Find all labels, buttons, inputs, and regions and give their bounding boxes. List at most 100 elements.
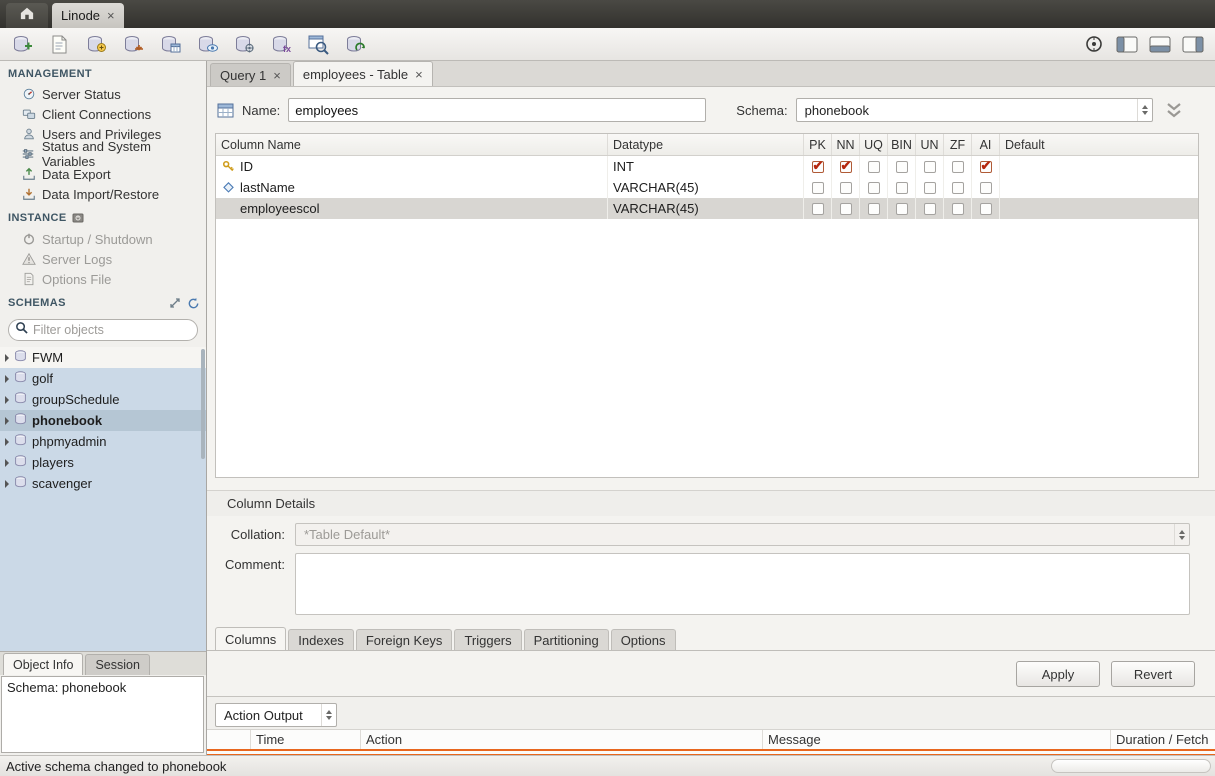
- search-table-data-icon[interactable]: [306, 32, 330, 56]
- apply-button[interactable]: Apply: [1016, 661, 1100, 687]
- close-icon[interactable]: ×: [107, 9, 115, 22]
- editor-tab-indexes[interactable]: Indexes: [288, 629, 354, 650]
- schema-icon: [14, 350, 27, 365]
- open-script-icon[interactable]: [47, 32, 71, 56]
- filter-objects-input[interactable]: [33, 323, 194, 337]
- flag-checkbox-ai[interactable]: [980, 161, 992, 173]
- flag-checkbox-ai[interactable]: [980, 182, 992, 194]
- expander-triangle-icon[interactable]: [5, 459, 9, 467]
- connection-tab[interactable]: Linode ×: [52, 3, 124, 28]
- schema-item-fwm[interactable]: FWM: [0, 347, 206, 368]
- toggle-bottom-panel-icon[interactable]: [1148, 32, 1172, 56]
- cell-default[interactable]: [1000, 177, 1198, 198]
- schema-item-phpmyadmin[interactable]: phpmyadmin: [0, 431, 206, 452]
- horizontal-scrollbar[interactable]: [1051, 759, 1211, 773]
- refresh-icon[interactable]: [186, 296, 200, 310]
- cell-default[interactable]: [1000, 156, 1198, 177]
- connection-info-icon[interactable]: [1082, 32, 1106, 56]
- flag-checkbox-nn[interactable]: [840, 161, 852, 173]
- flag-checkbox-pk[interactable]: [812, 161, 824, 173]
- sidebar-item-startup-shutdown[interactable]: Startup / Shutdown: [0, 229, 206, 249]
- create-table-icon[interactable]: [158, 32, 182, 56]
- create-procedure-icon[interactable]: [232, 32, 256, 56]
- schema-item-scavenger[interactable]: scavenger: [0, 473, 206, 494]
- dump-schema-icon[interactable]: [121, 32, 145, 56]
- flag-checkbox-un[interactable]: [924, 182, 936, 194]
- tab-session[interactable]: Session: [85, 654, 149, 675]
- output-type-dropdown[interactable]: Action Output: [215, 703, 337, 727]
- expand-panel-icon[interactable]: [168, 296, 182, 310]
- collation-dropdown[interactable]: *Table Default*: [295, 523, 1190, 546]
- flag-checkbox-pk[interactable]: [812, 182, 824, 194]
- reconnect-db-icon[interactable]: [343, 32, 367, 56]
- expander-triangle-icon[interactable]: [5, 480, 9, 488]
- new-connection-icon[interactable]: [10, 32, 34, 56]
- schema-dropdown[interactable]: phonebook: [796, 98, 1153, 122]
- schema-list-scrollbar[interactable]: [201, 349, 205, 459]
- expander-triangle-icon[interactable]: [5, 354, 9, 362]
- expander-triangle-icon[interactable]: [5, 417, 9, 425]
- home-tab[interactable]: [6, 3, 48, 28]
- flag-checkbox-un[interactable]: [924, 161, 936, 173]
- cell-default[interactable]: [1000, 198, 1198, 219]
- cell-column-name[interactable]: employeescol: [216, 198, 608, 219]
- flag-checkbox-bin[interactable]: [896, 161, 908, 173]
- toggle-right-panel-icon[interactable]: [1181, 32, 1205, 56]
- options-file-icon: [21, 272, 36, 287]
- column-row-employeescol[interactable]: employeescolVARCHAR(45): [216, 198, 1198, 219]
- expander-triangle-icon[interactable]: [5, 438, 9, 446]
- tab-object-info[interactable]: Object Info: [3, 653, 83, 675]
- sidebar-item-server-logs[interactable]: Server Logs: [0, 249, 206, 269]
- sidebar-item-status-and-system-variables[interactable]: Status and System Variables: [0, 144, 206, 164]
- editor-tab-triggers[interactable]: Triggers: [454, 629, 521, 650]
- close-icon[interactable]: ×: [415, 68, 423, 81]
- flag-checkbox-zf[interactable]: [952, 182, 964, 194]
- schema-item-golf[interactable]: golf: [0, 368, 206, 389]
- editor-tab-foreign-keys[interactable]: Foreign Keys: [356, 629, 453, 650]
- flag-checkbox-zf[interactable]: [952, 203, 964, 215]
- schema-item-players[interactable]: players: [0, 452, 206, 473]
- expander-triangle-icon[interactable]: [5, 396, 9, 404]
- flag-checkbox-un[interactable]: [924, 203, 936, 215]
- schema-item-phonebook[interactable]: phonebook: [0, 410, 206, 431]
- create-view-icon[interactable]: [195, 32, 219, 56]
- flag-checkbox-bin[interactable]: [896, 203, 908, 215]
- cell-datatype[interactable]: INT: [608, 156, 804, 177]
- flag-checkbox-uq[interactable]: [868, 161, 880, 173]
- flag-checkbox-bin[interactable]: [896, 182, 908, 194]
- revert-button[interactable]: Revert: [1111, 661, 1195, 687]
- comment-textarea[interactable]: [295, 553, 1190, 615]
- table-name-input[interactable]: [288, 98, 706, 122]
- sidebar-item-options-file[interactable]: Options File: [0, 269, 206, 289]
- flag-checkbox-zf[interactable]: [952, 161, 964, 173]
- column-row-lastname[interactable]: lastNameVARCHAR(45): [216, 177, 1198, 198]
- close-icon[interactable]: ×: [273, 69, 281, 82]
- create-function-icon[interactable]: fx: [269, 32, 293, 56]
- flag-checkbox-uq[interactable]: [868, 182, 880, 194]
- cell-column-name[interactable]: ID: [216, 156, 608, 177]
- toggle-left-panel-icon[interactable]: [1115, 32, 1139, 56]
- cell-datatype[interactable]: VARCHAR(45): [608, 198, 804, 219]
- expander-triangle-icon[interactable]: [5, 375, 9, 383]
- tab-employees-table[interactable]: employees - Table ×: [293, 61, 433, 86]
- editor-tab-options[interactable]: Options: [611, 629, 676, 650]
- sidebar-item-client-connections[interactable]: Client Connections: [0, 104, 206, 124]
- cell-column-name[interactable]: lastName: [216, 177, 608, 198]
- schema-name: golf: [32, 371, 53, 386]
- flag-checkbox-uq[interactable]: [868, 203, 880, 215]
- flag-checkbox-nn[interactable]: [840, 182, 852, 194]
- sidebar-item-server-status[interactable]: Server Status: [0, 84, 206, 104]
- sidebar-item-data-import-restore[interactable]: Data Import/Restore: [0, 184, 206, 204]
- schema-item-groupschedule[interactable]: groupSchedule: [0, 389, 206, 410]
- tab-query-1[interactable]: Query 1 ×: [210, 63, 291, 86]
- flag-checkbox-ai[interactable]: [980, 203, 992, 215]
- flag-checkbox-pk[interactable]: [812, 203, 824, 215]
- flag-checkbox-nn[interactable]: [840, 203, 852, 215]
- create-schema-icon[interactable]: [84, 32, 108, 56]
- editor-tab-partitioning[interactable]: Partitioning: [524, 629, 609, 650]
- cell-datatype[interactable]: VARCHAR(45): [608, 177, 804, 198]
- editor-tab-columns[interactable]: Columns: [215, 627, 286, 650]
- document-tabbar: Query 1 × employees - Table ×: [207, 61, 1215, 87]
- column-row-id[interactable]: IDINT: [216, 156, 1198, 177]
- collapse-header-button[interactable]: [1159, 99, 1189, 121]
